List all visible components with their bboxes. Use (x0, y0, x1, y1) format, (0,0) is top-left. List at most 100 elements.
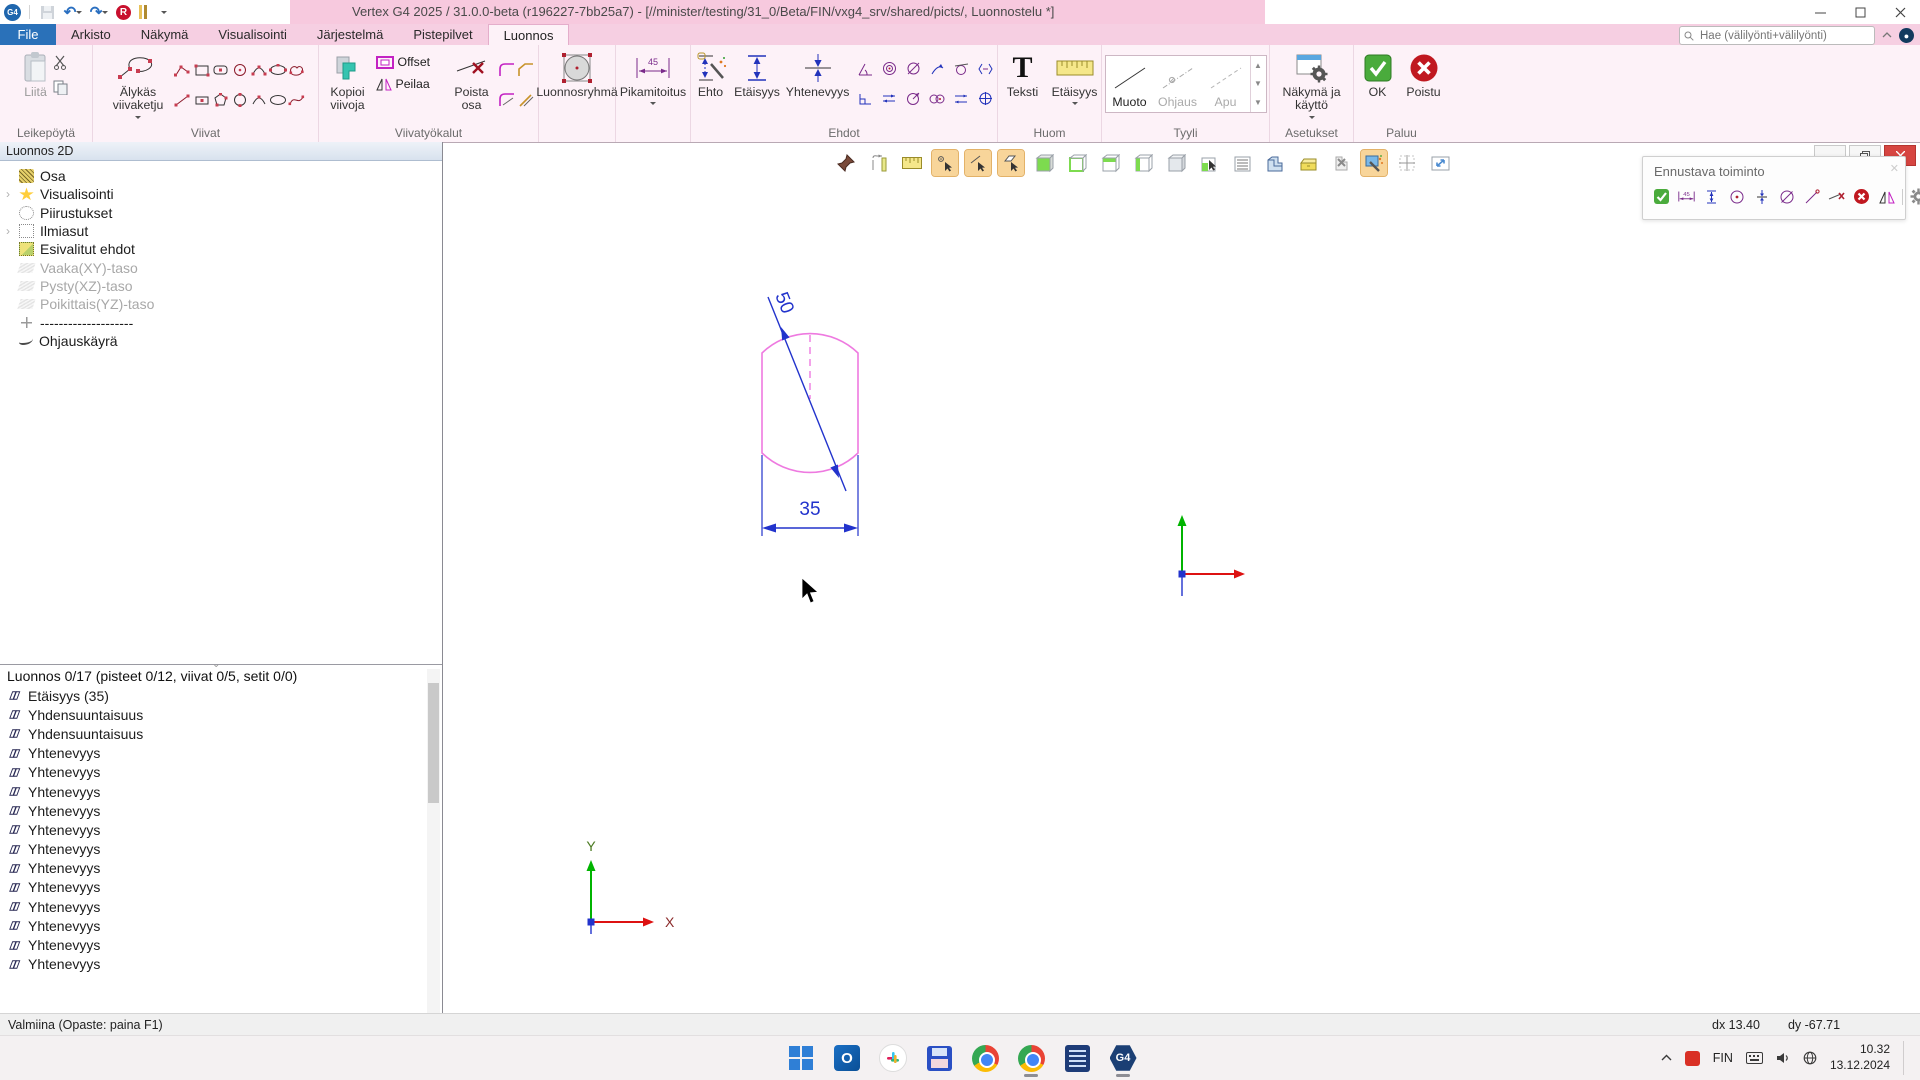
midpoint-constraint-icon[interactable] (973, 59, 997, 78)
menu-item[interactable]: Järjestelmä (302, 24, 398, 45)
line-tool-icon[interactable] (173, 91, 192, 110)
tree-item[interactable]: › Piirustukset (0, 204, 442, 222)
drawing-canvas[interactable]: Ennustava toiminto ✕ 45 (443, 142, 1920, 1013)
closed-spline-tool-icon[interactable] (287, 61, 306, 80)
style-apu[interactable]: Apu (1202, 56, 1250, 112)
constraint-row[interactable]: Yhtenevyys (0, 801, 442, 820)
save-app-icon[interactable] (924, 1043, 954, 1073)
style-ohjaus[interactable]: Ohjaus (1154, 56, 1202, 112)
chamfer-icon[interactable] (517, 61, 536, 80)
mirror-button[interactable]: Peilaa (376, 77, 446, 91)
style-scroll-arrows[interactable]: ▲▼▼ (1250, 56, 1266, 112)
close-button[interactable] (1880, 0, 1920, 24)
tangent-constraint-icon[interactable] (949, 59, 973, 78)
save-button[interactable] (38, 3, 56, 21)
diameter-constraint-icon[interactable] (901, 59, 925, 78)
collapse-ribbon-icon[interactable] (1882, 32, 1892, 39)
vertex-g4-taskbar-icon[interactable]: G4 (1108, 1043, 1138, 1073)
tree-item[interactable]: › Visualisointi (0, 185, 442, 203)
sketch-geometry[interactable]: 50 35 (443, 143, 1920, 1014)
start-button[interactable] (786, 1043, 816, 1073)
equal-distance-constraint-icon[interactable] (949, 89, 973, 108)
radius-drive-constraint-icon[interactable] (901, 89, 925, 108)
menu-item[interactable]: Näkymä (126, 24, 204, 45)
arc-tool-icon[interactable] (249, 91, 268, 110)
remove-part-button[interactable]: Poista osa (448, 47, 496, 113)
constraint-row[interactable]: Yhtenevyys (0, 744, 442, 763)
concentric-constraint-icon[interactable] (877, 59, 901, 78)
constraint-row[interactable]: Yhtenevyys (0, 782, 442, 801)
angle-constraint-icon[interactable] (853, 59, 877, 78)
constraint-row[interactable]: Yhdensuuntaisuus (0, 705, 442, 724)
exit-button[interactable]: Poistu (1401, 47, 1447, 99)
constraint-row[interactable]: Yhtenevyys (0, 763, 442, 782)
splitter-chevron-icon[interactable]: ⌄ (212, 659, 220, 670)
expand-chevron-icon[interactable]: › (6, 225, 19, 237)
constraint-row[interactable]: Yhtenevyys (0, 897, 442, 916)
constraint-row[interactable]: Yhtenevyys (0, 878, 442, 897)
menu-item[interactable]: Pistepilvet (398, 24, 487, 45)
taskbar-clock[interactable]: 10.32 13.12.2024 (1830, 1042, 1890, 1073)
polyline-tool-icon[interactable] (173, 61, 192, 80)
customize-toolbar-button[interactable] (155, 3, 173, 21)
constraint-row[interactable]: Yhtenevyys (0, 935, 442, 954)
ellipse-tool-icon[interactable] (268, 91, 287, 110)
chrome-profile-icon[interactable] (1016, 1043, 1046, 1073)
tree-item[interactable]: › Ilmiasut (0, 222, 442, 240)
tree-item[interactable]: › -------------------- (0, 313, 442, 331)
paste-button[interactable]: Liitä (23, 47, 49, 99)
search-input[interactable] (1698, 29, 1870, 43)
tree-item[interactable]: › Vaaka(XY)-taso (0, 258, 442, 276)
macro-icon[interactable] (139, 5, 147, 19)
record-badge-icon[interactable]: R (116, 5, 131, 20)
dimension-50[interactable]: 50 (768, 289, 846, 491)
ok-button[interactable]: OK (1357, 47, 1399, 99)
view-and-use-button[interactable]: Näkymä ja käyttö (1272, 47, 1352, 122)
fillet-trim-icon[interactable] (498, 91, 517, 110)
circle-center-tool-icon[interactable] (230, 61, 249, 80)
constraint-row[interactable]: Yhtenevyys (0, 840, 442, 859)
constraint-row[interactable]: Etäisyys (35) (0, 686, 442, 705)
cut-button[interactable] (51, 53, 70, 72)
maximize-button[interactable] (1840, 0, 1880, 24)
tab-luonnos-active[interactable]: Luonnos (488, 24, 570, 45)
chamfer-trim-icon[interactable] (517, 91, 536, 110)
menu-item[interactable]: Arkisto (56, 24, 126, 45)
circle-points-tool-icon[interactable] (230, 91, 249, 110)
spline-tool-icon[interactable] (287, 91, 306, 110)
constraint-row[interactable]: Yhtenevyys (0, 916, 442, 935)
fillet-corner-icon[interactable] (498, 61, 517, 80)
expand-chevron-icon[interactable]: › (6, 188, 19, 200)
redo-button[interactable]: ↷ (90, 3, 108, 21)
search-box[interactable] (1679, 26, 1875, 45)
user-avatar[interactable]: ● (1899, 28, 1914, 43)
tab-file[interactable]: File (0, 24, 56, 45)
touch-keyboard-icon[interactable] (1746, 1052, 1763, 1064)
perpendicular-constraint-icon[interactable] (853, 89, 877, 108)
constraint-row[interactable]: Yhtenevyys (0, 820, 442, 839)
dimension-35[interactable]: 35 (762, 455, 858, 536)
menu-item[interactable]: Visualisointi (203, 24, 301, 45)
distance-note-button[interactable]: Etäisyys (1049, 47, 1101, 108)
copy-button[interactable] (51, 78, 70, 97)
arc-3pt-tool-icon[interactable] (249, 61, 268, 80)
outlook-icon[interactable]: O (832, 1043, 862, 1073)
tree-item[interactable]: › Poikittais(YZ)-taso (0, 295, 442, 313)
polygon-tool-icon[interactable] (211, 91, 230, 110)
copy-lines-button[interactable]: Kopioi viivoja (322, 47, 374, 113)
tray-chevron-icon[interactable] (1661, 1054, 1672, 1062)
show-desktop-button[interactable] (1903, 1041, 1908, 1075)
scrollbar-thumb[interactable] (428, 683, 439, 803)
text-button[interactable]: T Teksti (999, 47, 1047, 99)
tree-item[interactable]: › Pysty(XZ)-taso (0, 277, 442, 295)
sketch-group-button[interactable]: Luonnosryhmä (536, 47, 617, 99)
parallel-constraint-icon[interactable] (877, 89, 901, 108)
style-muoto[interactable]: Muoto (1106, 56, 1154, 112)
offset-button[interactable]: Offset (376, 55, 446, 69)
distance-constraint-button[interactable]: Etäisyys (732, 47, 782, 99)
rounded-rectangle-tool-icon[interactable] (211, 61, 230, 80)
quick-dimension-button[interactable]: 45 Pikamitoitus (620, 47, 686, 108)
ellipse-points-tool-icon[interactable] (268, 61, 287, 80)
volume-icon[interactable] (1776, 1052, 1790, 1064)
smart-polyline-button[interactable]: Älykäs viivaketju (105, 47, 171, 122)
